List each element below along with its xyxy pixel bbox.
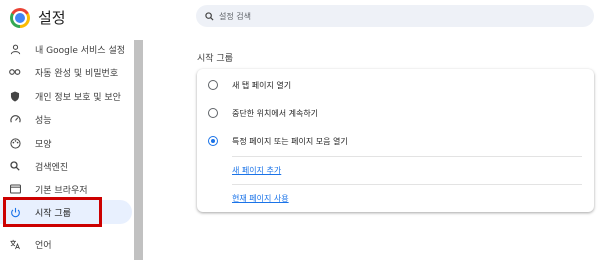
chrome-logo-icon — [10, 8, 30, 28]
option-label: 중단한 위치에서 계속하기 — [232, 108, 319, 118]
palette-icon — [9, 137, 21, 149]
search-input[interactable] — [219, 11, 569, 21]
sidebar-item-google-services[interactable]: 내 Google 서비스 설정 — [0, 37, 132, 61]
speedometer-icon — [9, 113, 21, 125]
search-box[interactable] — [196, 5, 594, 27]
use-current-pages-link[interactable]: 현재 페이지 사용 — [232, 193, 289, 204]
radio-button[interactable] — [208, 108, 218, 118]
sidebar-item-privacy[interactable]: 개인 정보 보호 및 보안 — [0, 84, 132, 108]
browser-icon — [9, 183, 21, 195]
sidebar-scrollbar[interactable] — [134, 40, 143, 260]
sidebar-item-label: 기본 브라우저 — [35, 185, 88, 196]
option-label: 새 탭 페이지 열기 — [232, 80, 292, 90]
option-new-tab[interactable]: 새 탭 페이지 열기 — [197, 71, 594, 99]
sidebar-item-languages[interactable]: 언어 — [0, 232, 132, 256]
sidebar-item-label: 검색엔진 — [35, 162, 69, 173]
sidebar-item-label: 모양 — [35, 139, 52, 150]
sidebar-item-label: 자동 완성 및 비밀번호 — [35, 68, 119, 79]
sidebar-item-label: 언어 — [35, 240, 52, 251]
sidebar-item-label: 개인 정보 보호 및 보안 — [35, 92, 121, 103]
section-title: 시작 그룹 — [197, 54, 233, 64]
divider — [232, 184, 582, 185]
option-continue[interactable]: 중단한 위치에서 계속하기 — [197, 99, 594, 127]
translate-icon — [9, 238, 21, 250]
key-icon — [9, 66, 21, 78]
option-label: 특정 페이지 또는 페이지 모음 열기 — [232, 136, 348, 146]
option-specific-pages[interactable]: 특정 페이지 또는 페이지 모음 열기 — [197, 127, 594, 155]
sidebar-item-appearance[interactable]: 모양 — [0, 131, 132, 155]
sidebar-item-label: 성능 — [35, 115, 52, 126]
person-icon — [9, 43, 21, 55]
startup-options-card: 새 탭 페이지 열기 중단한 위치에서 계속하기 특정 페이지 또는 페이지 모… — [197, 69, 594, 212]
sidebar-item-performance[interactable]: 성능 — [0, 107, 132, 131]
sidebar-item-autofill[interactable]: 자동 완성 및 비밀번호 — [0, 60, 132, 84]
radio-button[interactable] — [208, 80, 218, 90]
sidebar-item-label: 내 Google 서비스 설정 — [35, 45, 126, 56]
radio-button-checked[interactable] — [208, 136, 218, 146]
search-icon — [205, 11, 214, 21]
divider — [232, 156, 582, 157]
sidebar-item-search-engine[interactable]: 검색엔진 — [0, 154, 132, 178]
shield-icon — [9, 90, 21, 102]
search-icon — [9, 160, 21, 172]
highlight-annotation — [3, 197, 102, 227]
page-title: 설정 — [38, 9, 66, 27]
add-new-page-link[interactable]: 새 페이지 추가 — [232, 165, 281, 176]
